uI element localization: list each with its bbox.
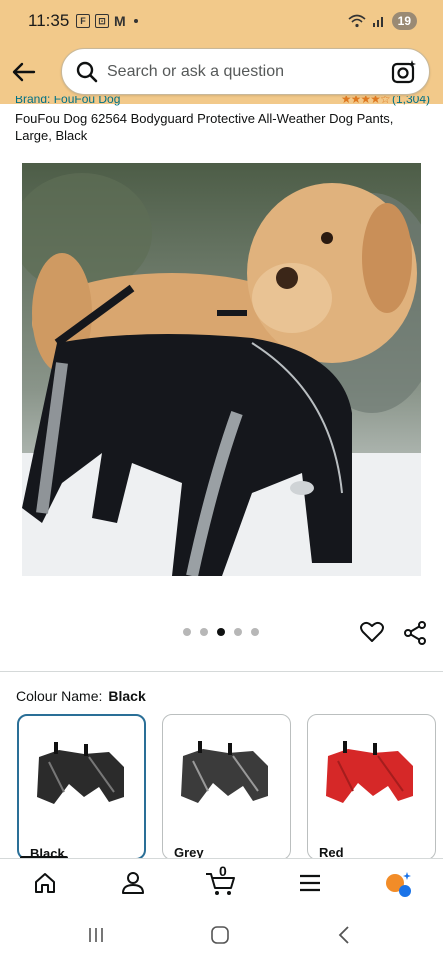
colour-option-black[interactable]: Black xyxy=(17,714,146,860)
header: 11:35 F ⊡ M 19 Search or ask a question xyxy=(0,0,443,104)
product-title: FouFou Dog 62564 Bodyguard Protective Al… xyxy=(15,111,394,143)
black-pants-thumbnail xyxy=(37,742,124,804)
carousel-dot[interactable] xyxy=(234,628,242,636)
colour-label: Colour Name: Black xyxy=(16,688,146,704)
home-button-icon[interactable] xyxy=(210,925,230,945)
red-pants-thumbnail xyxy=(326,741,413,803)
share-icon[interactable] xyxy=(403,621,427,645)
ai-assistant-icon[interactable] xyxy=(385,871,413,897)
gmail-notification-icon: M xyxy=(114,13,126,29)
cart-count: 0 xyxy=(219,863,227,879)
carousel-dot-active[interactable] xyxy=(217,628,225,636)
colour-option-grey[interactable]: Grey xyxy=(162,714,291,860)
system-navigation-bar xyxy=(0,910,443,960)
colour-label-text: Colour Name: xyxy=(16,688,103,704)
battery-indicator: 19 xyxy=(391,12,417,30)
search-bar[interactable]: Search or ask a question xyxy=(61,48,430,95)
status-time: 11:35 xyxy=(28,11,70,30)
wishlist-heart-icon[interactable] xyxy=(360,621,384,643)
rating-count: (1,304) xyxy=(391,96,430,106)
more-notifications-icon xyxy=(133,19,138,23)
section-divider xyxy=(0,671,443,672)
notification-icons: F ⊡ M xyxy=(76,13,138,29)
home-icon[interactable] xyxy=(33,871,57,895)
signal-icon xyxy=(372,17,383,27)
status-bar: 11:35 F ⊡ M 19 xyxy=(0,0,443,42)
facebook-notification-icon: F xyxy=(76,14,90,28)
image-carousel-indicator[interactable] xyxy=(183,628,259,636)
brand-link[interactable]: Brand: FouFou Dog xyxy=(15,96,120,106)
battery-level: 19 xyxy=(397,14,411,28)
selected-colour-name: Black xyxy=(108,688,146,704)
carousel-dot[interactable] xyxy=(183,628,191,636)
grey-pants-thumbnail xyxy=(181,741,268,803)
menu-icon[interactable] xyxy=(299,871,321,895)
colour-option-red[interactable]: Red xyxy=(307,714,436,860)
screenshot-notification-icon: ⊡ xyxy=(95,14,109,28)
search-icon xyxy=(76,61,98,83)
star-rating[interactable]: ★★★★☆ (1,304) xyxy=(341,96,430,106)
product-image[interactable] xyxy=(22,163,421,576)
back-arrow-icon[interactable] xyxy=(10,58,38,86)
visual-search-camera-icon[interactable] xyxy=(391,59,417,85)
brand-rating-row: Brand: FouFou Dog ★★★★☆ (1,304) xyxy=(15,96,430,106)
status-right: 19 xyxy=(348,12,417,30)
system-back-icon[interactable] xyxy=(336,925,352,945)
account-icon[interactable] xyxy=(121,871,145,895)
wifi-icon xyxy=(348,14,366,28)
carousel-dot[interactable] xyxy=(200,628,208,636)
search-input[interactable]: Search or ask a question xyxy=(107,63,284,81)
carousel-dot[interactable] xyxy=(251,628,259,636)
recent-apps-icon[interactable] xyxy=(86,925,106,945)
